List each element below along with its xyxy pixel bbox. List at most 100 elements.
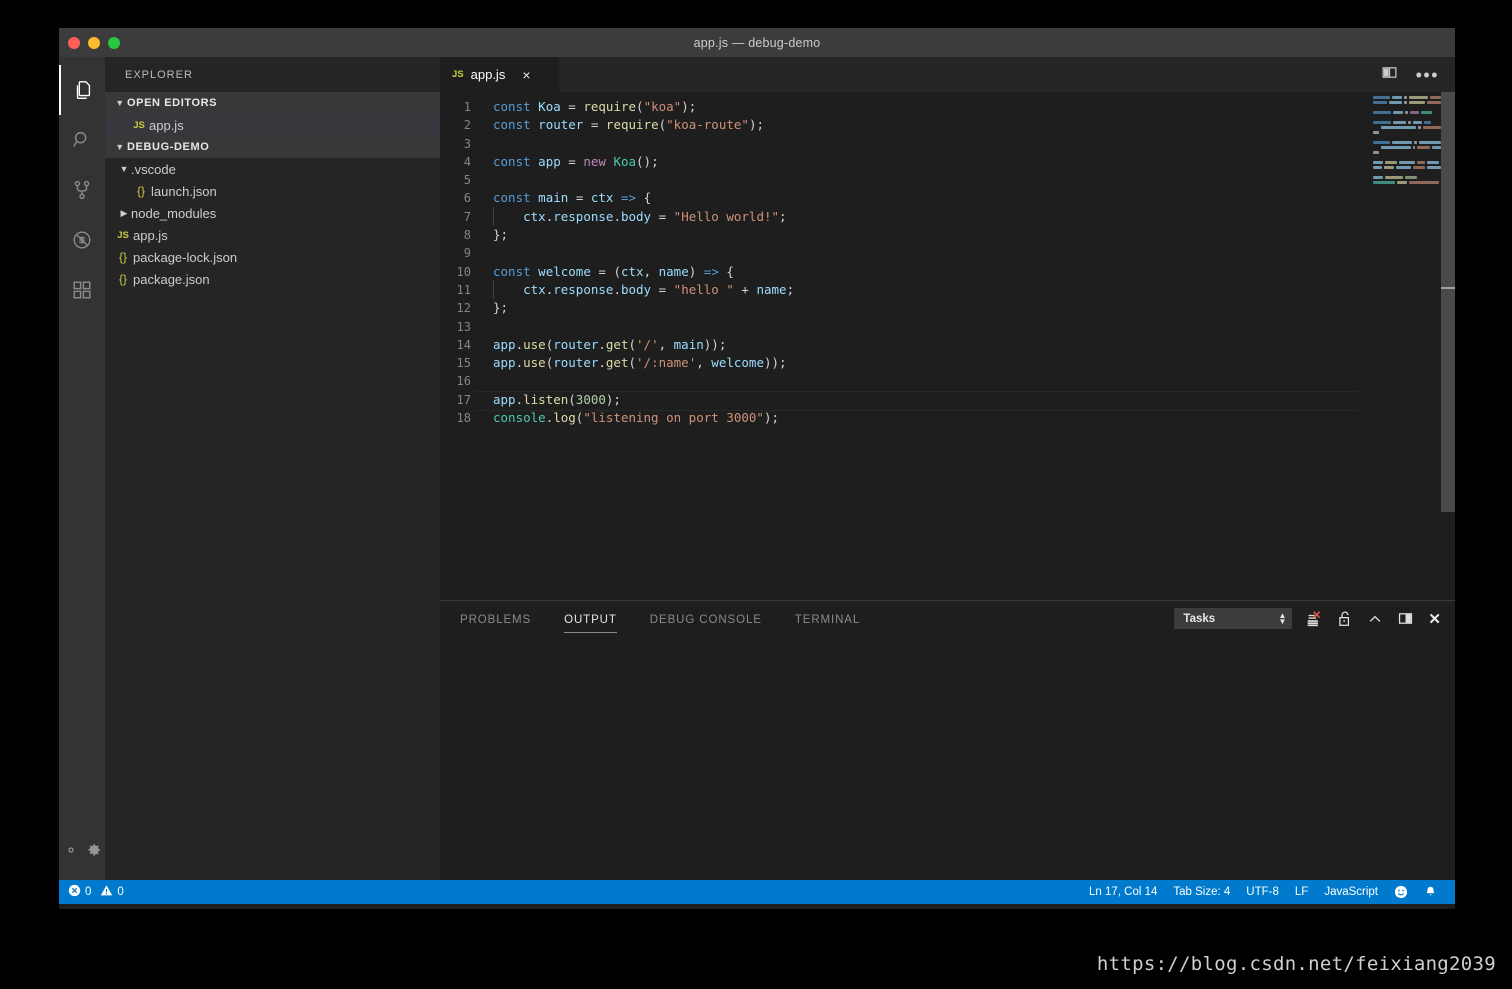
- editor-tab-bar: JS app.js × •••: [440, 57, 1455, 92]
- activity-item-extensions[interactable]: [59, 265, 105, 315]
- code-line: 6const main = ctx => {: [440, 189, 1455, 207]
- line-number: 13: [440, 318, 493, 336]
- line-number: 15: [440, 354, 493, 372]
- window-title: app.js — debug-demo: [694, 36, 821, 50]
- tree-item-node-modules[interactable]: ▶ node_modules: [105, 202, 440, 224]
- chevron-down-icon: ▼: [117, 164, 131, 174]
- split-panel-icon[interactable]: [1397, 610, 1414, 627]
- split-editor-icon[interactable]: [1381, 64, 1398, 86]
- error-count: 0: [85, 886, 91, 898]
- editor-group: JS app.js × ••• 1const Koa = r: [440, 57, 1455, 880]
- tree-item-label: package-lock.json: [133, 250, 237, 265]
- debug-icon: [71, 229, 93, 251]
- activity-item-explorer[interactable]: [59, 65, 105, 115]
- chevron-down-icon: ▼: [113, 142, 127, 152]
- panel-tab-terminal[interactable]: TERMINAL: [795, 605, 860, 633]
- output-channel-select[interactable]: Tasks ▲▼: [1174, 608, 1292, 629]
- gear-icon: [62, 841, 102, 864]
- activity-item-source-control[interactable]: [59, 165, 105, 215]
- error-icon: [68, 884, 81, 900]
- status-tab-size[interactable]: Tab Size: 4: [1165, 886, 1238, 898]
- tree-item-label: launch.json: [151, 184, 217, 199]
- bell-icon[interactable]: [1416, 885, 1445, 899]
- code-line: 16: [440, 372, 1455, 390]
- panel-tab-output[interactable]: OUTPUT: [564, 605, 617, 633]
- line-number: 12: [440, 299, 493, 317]
- tree-item-vscode[interactable]: ▼ .vscode: [105, 158, 440, 180]
- status-encoding[interactable]: UTF-8: [1238, 886, 1287, 898]
- editor-scrollbar-thumb[interactable]: [1441, 92, 1455, 512]
- status-eol[interactable]: LF: [1287, 886, 1316, 898]
- open-editor-item-app-js[interactable]: JS app.js: [105, 114, 440, 136]
- code-lines: 1const Koa = require("koa"); 2const rout…: [440, 98, 1455, 427]
- status-cursor-position[interactable]: Ln 17, Col 14: [1081, 886, 1165, 898]
- line-number: 9: [440, 244, 493, 262]
- editor-actions: •••: [1381, 57, 1455, 92]
- tab-app-js[interactable]: JS app.js ×: [440, 57, 560, 92]
- line-number: 8: [440, 226, 493, 244]
- line-number: 14: [440, 336, 493, 354]
- line-number: 5: [440, 171, 493, 189]
- section-open-editors[interactable]: ▼ OPEN EDITORS: [105, 92, 440, 114]
- line-number: 4: [440, 153, 493, 171]
- tab-label: app.js: [471, 67, 506, 82]
- status-right: Ln 17, Col 14 Tab Size: 4 UTF-8 LF JavaS…: [1081, 885, 1455, 899]
- line-number: 16: [440, 372, 493, 390]
- status-problems[interactable]: 0 0: [68, 884, 124, 900]
- section-workspace[interactable]: ▼ DEBUG-DEMO: [105, 136, 440, 158]
- tree-item-label: node_modules: [131, 206, 216, 221]
- close-icon[interactable]: ×: [522, 68, 530, 82]
- ellipsis-icon[interactable]: •••: [1416, 71, 1439, 79]
- unlock-icon[interactable]: [1337, 610, 1353, 627]
- code-line: 18console.log("listening on port 3000");: [440, 409, 1455, 427]
- panel-tab-problems[interactable]: PROBLEMS: [460, 605, 531, 633]
- code-line: 7 ctx.response.body = "Hello world!";: [440, 208, 1455, 226]
- chevron-up-icon[interactable]: [1367, 611, 1383, 627]
- code-line: 10const welcome = (ctx, name) => {: [440, 263, 1455, 281]
- activity-item-manage[interactable]: [59, 832, 105, 872]
- close-window-button[interactable]: [68, 37, 80, 49]
- tree-item-app-js[interactable]: JS app.js: [105, 224, 440, 246]
- activity-item-search[interactable]: [59, 115, 105, 165]
- code-editor[interactable]: 1const Koa = require("koa"); 2const rout…: [440, 92, 1455, 600]
- tree-item-package-json[interactable]: {} package.json: [105, 268, 440, 290]
- activity-item-debug[interactable]: [59, 215, 105, 265]
- warning-count: 0: [117, 886, 123, 898]
- line-number: 18: [440, 409, 493, 427]
- tree-item-package-lock-json[interactable]: {} package-lock.json: [105, 246, 440, 268]
- code-line: 5: [440, 171, 1455, 189]
- close-icon[interactable]: ✕: [1428, 610, 1441, 628]
- clear-output-icon[interactable]: [1306, 610, 1323, 627]
- editor-scrollbar[interactable]: [1441, 92, 1455, 600]
- scrollbar-marker: [1441, 287, 1455, 289]
- sidebar-explorer: EXPLORER ▼ OPEN EDITORS JS app.js ▼ DEBU…: [105, 57, 440, 880]
- output-body[interactable]: [440, 636, 1455, 880]
- js-icon: JS: [113, 230, 133, 241]
- code-line-current: 17app.listen(3000);: [440, 391, 1455, 409]
- line-number: 6: [440, 189, 493, 207]
- tree-item-label: package.json: [133, 272, 210, 287]
- minimap[interactable]: [1367, 92, 1441, 600]
- activity-bar: [59, 57, 105, 880]
- source-control-icon: [71, 179, 93, 201]
- panel-tab-debug-console[interactable]: DEBUG CONSOLE: [650, 605, 762, 633]
- line-number: 1: [440, 98, 493, 116]
- code-line: 14app.use(router.get('/', main));: [440, 336, 1455, 354]
- maximize-window-button[interactable]: [108, 37, 120, 49]
- section-workspace-label: DEBUG-DEMO: [127, 141, 209, 153]
- code-line: 11 ctx.response.body = "hello " + name;: [440, 281, 1455, 299]
- line-number: 17: [440, 391, 493, 409]
- code-line: 2const router = require("koa-route");: [440, 116, 1455, 134]
- line-number: 10: [440, 263, 493, 281]
- minimize-window-button[interactable]: [88, 37, 100, 49]
- smiley-icon[interactable]: [1386, 885, 1416, 899]
- bottom-panel: PROBLEMS OUTPUT DEBUG CONSOLE TERMINAL T…: [440, 600, 1455, 880]
- status-language[interactable]: JavaScript: [1316, 886, 1386, 898]
- open-editor-label: app.js: [149, 118, 184, 133]
- code-line: 4const app = new Koa();: [440, 153, 1455, 171]
- line-number: 11: [440, 281, 493, 299]
- code-line: 1const Koa = require("koa");: [440, 98, 1455, 116]
- json-icon: {}: [113, 272, 133, 286]
- sidebar-title: EXPLORER: [105, 57, 440, 92]
- tree-item-launch-json[interactable]: {} launch.json: [105, 180, 440, 202]
